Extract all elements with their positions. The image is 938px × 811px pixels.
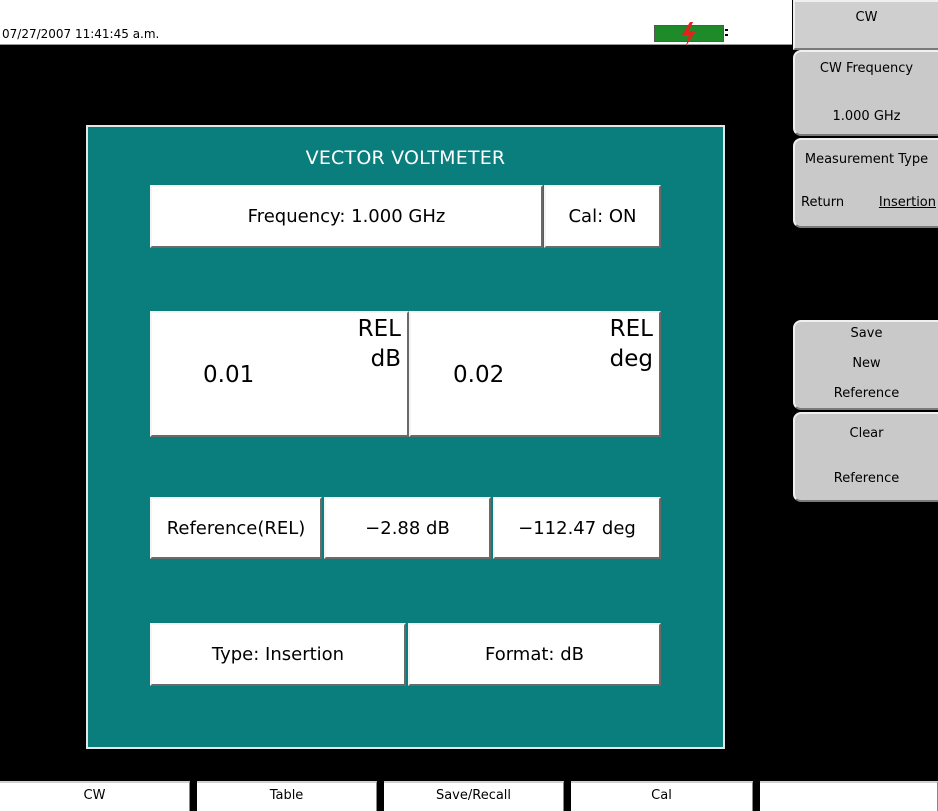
save-reference-line1: Save [850,326,883,341]
tab-cal[interactable]: Cal [571,781,753,811]
format-text: Format: dB [485,644,584,665]
tab-save-recall[interactable]: Save/Recall [384,781,564,811]
cal-text: Cal: ON [568,206,637,227]
tab-cal-label: Cal [651,788,672,803]
tab-cw[interactable]: CW [0,781,190,811]
measurement-type-label: Measurement Type [804,152,929,167]
tab-table[interactable]: Table [197,781,377,811]
frequency-display: Frequency: 1.000 GHz [150,185,543,248]
phase-rel-label: REL [609,316,653,342]
vector-voltmeter-panel: VECTOR VOLTMETER Frequency: 1.000 GHz Ca… [86,125,725,749]
save-reference-line3: Reference [833,386,900,401]
panel-title: VECTOR VOLTMETER [305,147,506,169]
reference-phase: −112.47 deg [493,497,661,559]
timestamp: 07/27/2007 11:41:45 a.m. [2,27,160,41]
bottom-tab-bar: CW Table Save/Recall Cal [0,781,938,811]
lightning-bolt-icon [682,22,696,46]
battery-charging-icon [654,22,724,46]
type-display: Type: Insertion [150,623,406,686]
cal-status: Cal: ON [544,185,661,248]
magnitude-unit: dB [370,346,401,372]
magnitude-readout: REL dB 0.01 [150,311,409,437]
reference-phase-text: −112.47 deg [518,517,636,539]
tab-empty[interactable] [760,781,938,811]
reference-label: Reference(REL) [150,497,322,559]
reference-label-text: Reference(REL) [166,517,306,539]
phase-unit: deg [609,346,653,372]
save-reference-line2: New [852,356,881,371]
phase-value: 0.02 [453,362,505,388]
option-return: Return [801,195,845,210]
magnitude-value: 0.01 [203,362,255,388]
menu-title-text: CW [855,10,878,25]
tab-save-recall-label: Save/Recall [435,788,512,803]
option-insertion: Insertion [878,195,936,210]
measurement-type-softkey[interactable]: Measurement Type Return Insertion [793,138,938,228]
clear-reference-line1: Clear [849,426,884,441]
phase-readout: REL deg 0.02 [409,311,661,437]
status-bar: 07/27/2007 11:41:45 a.m. [0,0,792,46]
cw-frequency-label: CW Frequency [819,61,914,76]
save-new-reference-softkey[interactable]: Save New Reference [793,320,938,410]
frequency-text: Frequency: 1.000 GHz [247,206,446,227]
tab-table-label: Table [269,788,304,803]
clear-reference-softkey[interactable]: Clear Reference [793,412,938,502]
clear-reference-line2: Reference [833,471,900,486]
type-text: Type: Insertion [211,644,345,665]
reference-magnitude: −2.88 dB [324,497,491,559]
reference-magnitude-text: −2.88 dB [365,517,450,539]
cw-frequency-softkey[interactable]: CW Frequency 1.000 GHz [793,50,938,136]
magnitude-rel-label: REL [357,316,401,342]
softkey-menu-title: CW [793,0,938,50]
tab-cw-label: CW [83,788,106,803]
battery-terminal-icon [725,29,728,36]
format-display: Format: dB [408,623,661,686]
cw-frequency-value: 1.000 GHz [832,109,901,124]
measurement-type-options: Return Insertion [795,195,938,213]
